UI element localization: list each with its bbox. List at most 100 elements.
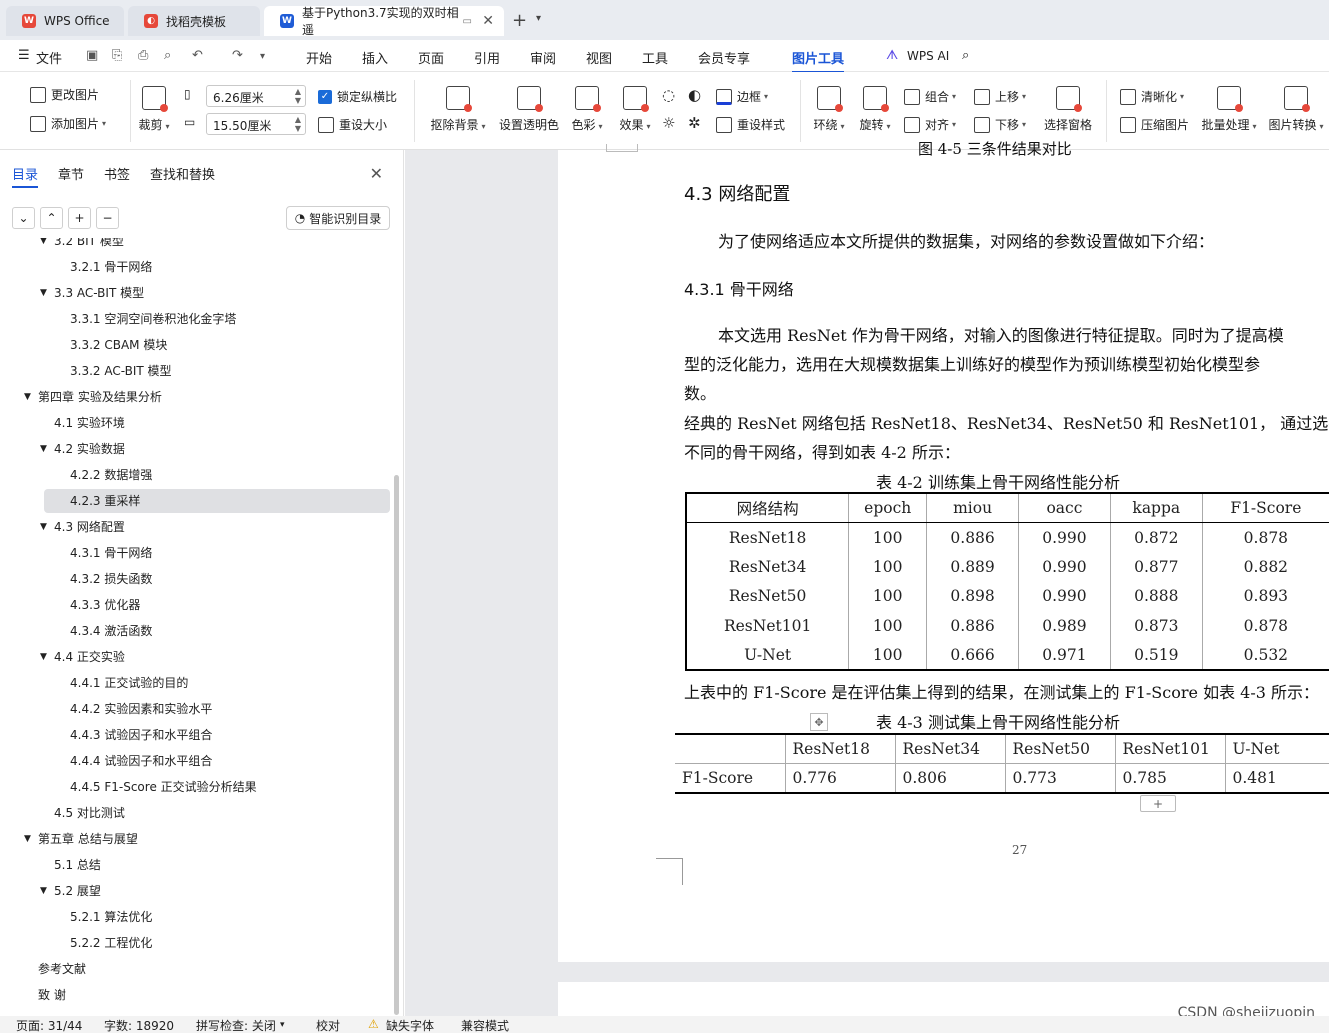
menu-tools[interactable]: 工具 [642, 48, 668, 67]
status-words[interactable]: 字数: 18920 [104, 1017, 174, 1033]
collapse-arrow-icon[interactable]: ▼ [40, 646, 47, 668]
toc-item[interactable]: 4.4.1 正交试验的目的 [70, 672, 188, 694]
toc-item[interactable]: 4.4 正交实验 [54, 646, 125, 668]
print-icon[interactable]: ⎙ [138, 48, 148, 63]
spinner-icon[interactable]: ▲ ▼ [295, 87, 301, 105]
toc-item[interactable]: 3.2 BIT 模型 [54, 238, 124, 252]
width-input[interactable]: 6.26厘米 ▲ ▼ [206, 85, 306, 107]
compress-image-button[interactable]: 压缩图片 [1120, 116, 1189, 133]
toc-item[interactable]: 4.1 实验环境 [54, 412, 125, 434]
collapse-arrow-icon[interactable]: ▼ [24, 386, 31, 408]
image-handle[interactable] [606, 144, 638, 152]
set-transparent-button[interactable]: 设置透明色 [495, 80, 563, 133]
toc-item[interactable]: 4.3.2 损失函数 [70, 568, 152, 590]
table-cell[interactable]: epoch [848, 493, 927, 523]
table-cell[interactable] [675, 734, 785, 764]
image-convert-button[interactable]: 图片转换 ▾ [1264, 80, 1328, 133]
table-cell[interactable]: ResNet18 [784, 734, 895, 764]
toc-item[interactable]: 3.3.2 AC-BIT 模型 [70, 360, 172, 382]
toc-item[interactable]: 第五章 总结与展望 [38, 828, 138, 850]
status-missing-font[interactable]: 缺失字体 [386, 1017, 434, 1033]
chevron-down-icon[interactable]: ▾ [536, 13, 541, 24]
close-tab-icon[interactable]: ✕ [482, 13, 494, 29]
selection-pane-button[interactable]: 选择窗格 [1036, 80, 1100, 133]
menu-start[interactable]: 开始 [306, 48, 332, 67]
print-preview-icon[interactable]: ⌕ [164, 48, 171, 63]
table-cell[interactable]: ResNet34 [685, 552, 849, 582]
collapse-all-button[interactable]: ⌃ [40, 207, 63, 229]
table-cell[interactable]: 0.785 [1114, 763, 1225, 793]
export-icon[interactable]: ⎘ [112, 48, 122, 63]
collapse-arrow-icon[interactable]: ▼ [40, 282, 47, 304]
move-down-button[interactable]: 下移 ▾ [974, 116, 1026, 133]
tab-document[interactable]: W 基于Python3.7实现的双时相遥 ▭ ✕ [264, 6, 504, 37]
toc-item[interactable]: 4.5 对比测试 [54, 802, 125, 824]
menu-file[interactable]: 文件 [36, 48, 62, 67]
toc-item[interactable]: 4.4.5 F1-Score 正交试验分析结果 [70, 776, 257, 798]
smart-toc-button[interactable]: ◔ 智能识别目录 [286, 206, 390, 230]
table-cell[interactable]: 0.990 [1018, 581, 1111, 611]
expand-all-button[interactable]: ⌄ [12, 207, 35, 229]
menu-view[interactable]: 视图 [586, 48, 612, 67]
table-cell[interactable]: 100 [848, 552, 927, 582]
brightness-up-icon[interactable]: ◌ [662, 86, 675, 104]
status-spell[interactable]: 拼写检查: 关闭 [196, 1017, 276, 1033]
table-cell[interactable]: ResNet101 [685, 611, 849, 641]
table-cell[interactable]: F1-Score [1201, 493, 1329, 523]
toc-item[interactable]: 3.3.2 CBAM 模块 [70, 334, 167, 356]
toc-item[interactable]: 4.3.1 骨干网络 [70, 542, 152, 564]
table-cell[interactable]: 0.532 [1201, 640, 1329, 670]
search-icon[interactable]: ⌕ [962, 48, 969, 63]
toc-item[interactable]: 4.2.2 数据增强 [70, 464, 152, 486]
collapse-arrow-icon[interactable]: ▼ [40, 880, 47, 902]
crop-button[interactable]: 裁剪 ▾ [122, 80, 186, 133]
hamburger-icon[interactable]: ☰ [18, 48, 30, 63]
table-cell[interactable]: 0.806 [894, 763, 1005, 793]
table-cell[interactable]: 0.889 [926, 552, 1019, 582]
monitor-icon[interactable]: ▭ [463, 16, 472, 27]
spinner-icon[interactable]: ▲ ▼ [295, 115, 301, 133]
batch-process-button[interactable]: 批量处理 ▾ [1196, 80, 1262, 133]
brightness-down-icon[interactable]: ✲ [688, 114, 701, 132]
table-cell[interactable]: 网络结构 [685, 493, 849, 523]
table-cell[interactable]: 0.872 [1109, 522, 1203, 552]
table-cell[interactable]: F1-Score [675, 764, 785, 794]
tab-wps-office[interactable]: W WPS Office [6, 6, 124, 36]
reset-style-button[interactable]: 重设样式 [716, 116, 785, 133]
table-cell[interactable]: 0.888 [1109, 581, 1203, 611]
save-icon[interactable]: ▣ [86, 48, 98, 63]
tab-bookmarks[interactable]: 书签 [104, 164, 130, 183]
brightness-icon[interactable]: ☼ [662, 114, 675, 132]
table-cell[interactable]: 0.873 [1109, 611, 1203, 641]
table-cell[interactable]: 0.971 [1018, 640, 1111, 670]
height-input[interactable]: 15.50厘米 ▲ ▼ [206, 113, 306, 135]
wrap-button[interactable]: 环绕 ▾ [806, 80, 852, 133]
table-cell[interactable]: ResNet50 [685, 581, 849, 611]
tab-chapters[interactable]: 章节 [58, 164, 84, 183]
table-cell[interactable]: 0.886 [926, 522, 1019, 552]
remove-background-button[interactable]: 抠除背景 ▾ [424, 80, 492, 133]
table-cell[interactable]: ResNet101 [1114, 734, 1225, 764]
lock-ratio-checkbox[interactable]: ✓ 锁定纵横比 [318, 88, 397, 105]
table-cell[interactable]: 0.878 [1201, 522, 1329, 552]
toc-item[interactable]: 第四章 实验及结果分析 [38, 386, 162, 408]
table-cell[interactable]: 0.776 [784, 763, 895, 793]
table-cell[interactable]: 100 [848, 611, 927, 641]
menu-reference[interactable]: 引用 [474, 48, 500, 67]
table-cell[interactable]: ResNet34 [894, 734, 1005, 764]
table-cell[interactable]: 0.990 [1018, 522, 1111, 552]
reset-size-button[interactable]: 重设大小 [318, 116, 387, 133]
toc-item[interactable]: 4.4.4 试验因子和水平组合 [70, 750, 212, 772]
table-cell[interactable]: 0.519 [1109, 640, 1203, 670]
table-cell[interactable]: 100 [848, 522, 927, 552]
border-button[interactable]: 边框 ▾ [716, 88, 768, 105]
rotate-button[interactable]: 旋转 ▾ [852, 80, 898, 133]
menu-review[interactable]: 审阅 [530, 48, 556, 67]
collapse-arrow-icon[interactable]: ▼ [40, 438, 47, 460]
tab-daoke-templates[interactable]: ◐ 找稻壳模板 [128, 6, 260, 36]
new-tab-icon[interactable]: + [512, 10, 527, 31]
table-cell[interactable]: 0.989 [1018, 611, 1111, 641]
toc-item[interactable]: 4.2.3 重采样 [70, 490, 140, 512]
menu-picture-tools[interactable]: 图片工具 [792, 48, 845, 73]
effects-button[interactable]: 效果 ▾ [610, 80, 660, 133]
